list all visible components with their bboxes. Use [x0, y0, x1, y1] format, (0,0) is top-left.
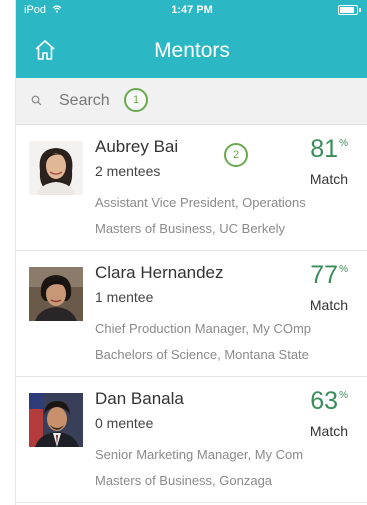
search-icon	[31, 95, 42, 106]
mentor-name: Dan Banala	[95, 389, 184, 408]
mentor-education: Masters of Business, UC Berkely	[95, 221, 286, 236]
list-item[interactable]: Aubrey Bai 2 mentees 2 81% Match Assista…	[16, 125, 367, 251]
annotation-marker-1: 1	[124, 88, 148, 112]
list-item[interactable]: Clara Hernandez 1 mentee 77% Match Chief…	[16, 251, 367, 377]
page-title: Mentors	[154, 39, 230, 62]
app-screen: iPod 1:47 PM Mentors 1	[15, 0, 367, 505]
mentor-education: Masters of Business, Gonzaga	[95, 473, 273, 488]
avatar	[29, 141, 83, 195]
match-percentage: 77%	[310, 261, 348, 289]
nav-bar: Mentors	[16, 22, 367, 78]
mentee-count: 1 mentee	[95, 289, 154, 305]
mentor-name: Clara Hernandez	[95, 263, 224, 282]
search-bar: 1	[16, 78, 367, 125]
status-time: 1:47 PM	[171, 4, 213, 16]
avatar	[29, 393, 83, 447]
mentor-job-title: Chief Production Manager, My COmp	[95, 321, 312, 336]
list-item[interactable]: Dan Banala 0 mentee 63% Match Senior Mar…	[16, 377, 367, 503]
avatar	[29, 267, 83, 321]
match-percentage: 63%	[310, 387, 348, 415]
mentor-job-title: Assistant Vice President, Operations	[95, 195, 306, 210]
battery-icon	[334, 5, 361, 15]
search-input[interactable]	[59, 88, 339, 114]
match-label: Match	[309, 297, 348, 313]
mentor-job-title: Senior Marketing Manager, My Com	[95, 447, 304, 462]
mentee-count: 2 mentees	[95, 163, 161, 179]
status-bar: iPod 1:47 PM	[16, 0, 367, 22]
mentor-education: Bachelors of Science, Montana State	[95, 347, 309, 362]
mentor-list: Aubrey Bai 2 mentees 2 81% Match Assista…	[16, 125, 367, 503]
annotation-marker-2: 2	[224, 143, 248, 167]
mentee-count: 0 mentee	[95, 415, 154, 431]
match-label: Match	[309, 423, 348, 439]
mentor-name: Aubrey Bai	[95, 137, 179, 156]
match-percentage: 81%	[310, 135, 348, 163]
match-label: Match	[309, 171, 348, 187]
